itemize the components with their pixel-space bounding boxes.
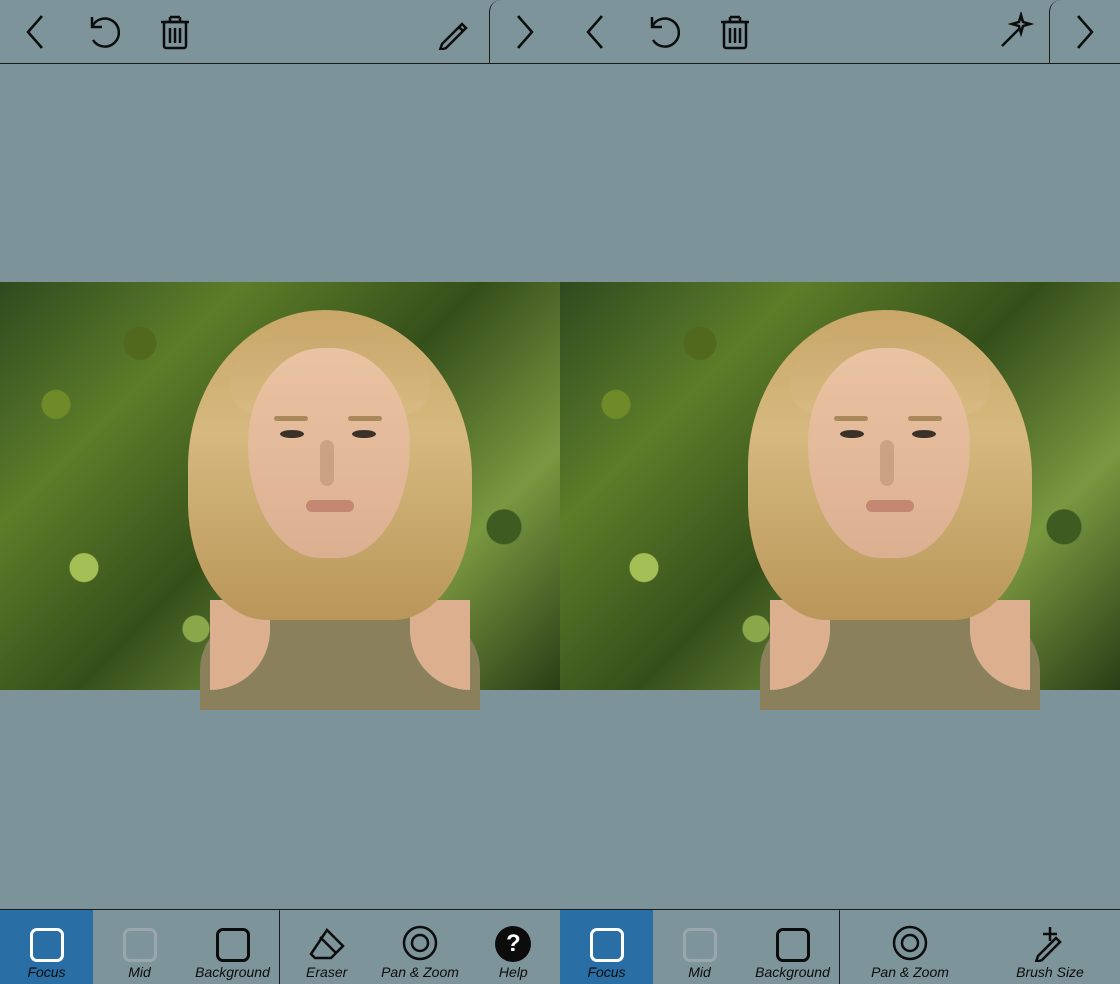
tool-pan-zoom[interactable]: Pan & Zoom xyxy=(840,910,980,984)
tool-label: Focus xyxy=(587,964,625,980)
help-icon: ? xyxy=(495,926,531,962)
tool-label: Background xyxy=(195,964,270,980)
chevron-left-icon xyxy=(582,12,608,52)
square-icon xyxy=(123,928,157,962)
tool-label: Mid xyxy=(688,964,711,980)
tool-focus[interactable]: Focus xyxy=(0,910,93,984)
tool-label: Eraser xyxy=(306,964,347,980)
square-icon xyxy=(216,928,250,962)
tool-help[interactable]: ? Help xyxy=(467,910,560,984)
canvas-area[interactable] xyxy=(560,64,1120,909)
tool-label: Help xyxy=(499,964,528,980)
square-icon xyxy=(683,928,717,962)
undo-button[interactable] xyxy=(70,0,140,64)
tool-pan-zoom[interactable]: Pan & Zoom xyxy=(373,910,466,984)
app-right: Focus Mid Background Pan & Zoom Brush Si… xyxy=(560,0,1120,984)
tool-label: Focus xyxy=(27,964,65,980)
app-left: Focus Mid Background Eraser Pan & Zoom xyxy=(0,0,560,984)
top-toolbar xyxy=(0,0,560,64)
square-icon xyxy=(776,928,810,962)
undo-button[interactable] xyxy=(630,0,700,64)
tool-label: Mid xyxy=(128,964,151,980)
tool-background[interactable]: Background xyxy=(746,910,839,984)
chevron-left-icon xyxy=(22,12,48,52)
trash-icon xyxy=(718,12,752,52)
pencil-icon xyxy=(436,14,472,50)
tool-label: Background xyxy=(755,964,830,980)
tool-label: Brush Size xyxy=(1016,964,1084,980)
chevron-right-icon xyxy=(1072,12,1098,52)
magic-wand-icon xyxy=(994,12,1034,52)
magic-wand-button[interactable] xyxy=(979,0,1049,64)
tool-brush-size[interactable]: Brush Size xyxy=(980,910,1120,984)
brush-size-icon xyxy=(1030,924,1070,962)
target-icon xyxy=(401,924,439,962)
delete-button[interactable] xyxy=(700,0,770,64)
top-toolbar xyxy=(560,0,1120,64)
back-button[interactable] xyxy=(0,0,70,64)
tool-label: Pan & Zoom xyxy=(381,964,459,980)
tool-background[interactable]: Background xyxy=(186,910,279,984)
chevron-right-icon xyxy=(512,12,538,52)
tool-eraser[interactable]: Eraser xyxy=(280,910,373,984)
trash-icon xyxy=(158,12,192,52)
back-button[interactable] xyxy=(560,0,630,64)
tool-mid[interactable]: Mid xyxy=(93,910,186,984)
bottom-toolbar: Focus Mid Background Eraser Pan & Zoom xyxy=(0,909,560,984)
square-icon xyxy=(590,928,624,962)
square-icon xyxy=(30,928,64,962)
tool-mid[interactable]: Mid xyxy=(653,910,746,984)
undo-icon xyxy=(645,13,685,51)
photo xyxy=(560,282,1120,690)
undo-icon xyxy=(85,13,125,51)
tool-label: Pan & Zoom xyxy=(871,964,949,980)
next-button[interactable] xyxy=(489,0,560,64)
canvas-area[interactable] xyxy=(0,64,560,909)
photo xyxy=(0,282,560,690)
target-icon xyxy=(891,924,929,962)
tool-focus[interactable]: Focus xyxy=(560,910,653,984)
delete-button[interactable] xyxy=(140,0,210,64)
edit-button[interactable] xyxy=(419,0,489,64)
bottom-toolbar: Focus Mid Background Pan & Zoom Brush Si… xyxy=(560,909,1120,984)
eraser-icon xyxy=(307,926,347,962)
next-button[interactable] xyxy=(1049,0,1120,64)
